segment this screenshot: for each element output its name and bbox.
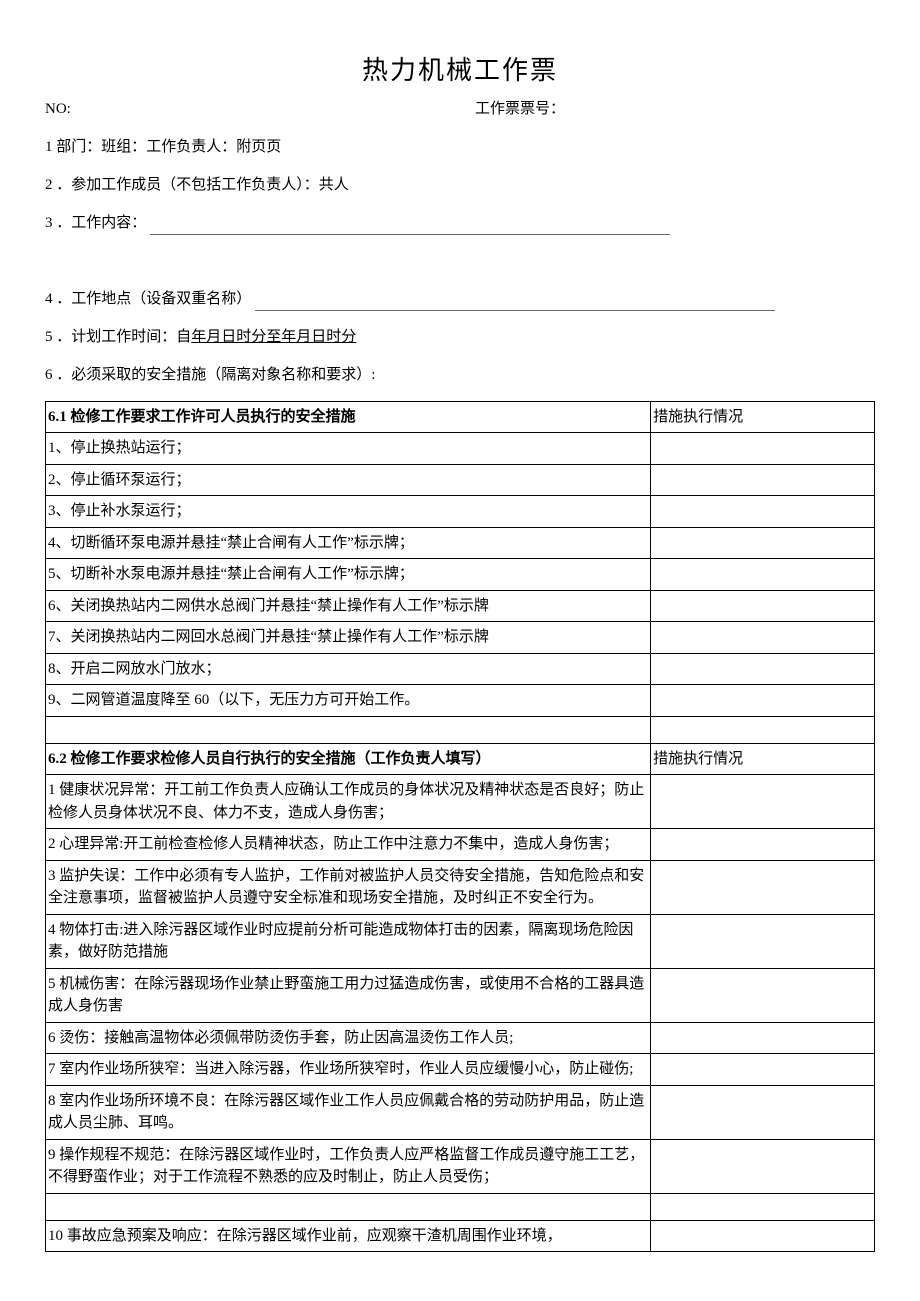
measure-cell: 4 物体打击:进入除污器区域作业时应提前分析可能造成物体打击的因素，隔离现场危险…: [46, 914, 651, 968]
measure-cell: 2 心理异常:开工前检查检修人员精神状态，防止工作中注意力不集中，造成人身伤害；: [46, 829, 651, 861]
measure-cell: 4、切断循环泵电源并悬挂“禁止合闸有人工作”标示牌；: [46, 527, 651, 559]
table-row: 6、关闭换热站内二网供水总阀门并悬挂“禁止操作有人工作”标示牌: [46, 590, 875, 622]
measure-cell: 9 操作规程不规范：在除污器区域作业时，工作负责人应严格监督工作成员遵守施工工艺…: [46, 1139, 651, 1193]
status-cell[interactable]: [651, 685, 875, 717]
status-cell[interactable]: [651, 968, 875, 1022]
table-row: 7、关闭换热站内二网回水总阀门并悬挂“禁止操作有人工作”标示牌: [46, 622, 875, 654]
status-cell[interactable]: [651, 433, 875, 465]
field-work-content-label: 3 ．工作内容：: [45, 215, 146, 231]
measure-cell: 8、开启二网放水门放水；: [46, 653, 651, 685]
status-cell[interactable]: [651, 590, 875, 622]
field-work-location: 4 ．工作地点（设备双重名称）: [45, 287, 875, 311]
status-cell[interactable]: [651, 527, 875, 559]
table-row: 3、停止补水泵运行；: [46, 496, 875, 528]
table-row: 9、二网管道温度降至 60（以下，无压力方可开始工作。: [46, 685, 875, 717]
field-work-location-label: 4 ．工作地点（设备双重名称）: [45, 291, 251, 307]
spacer-row: [46, 1193, 875, 1220]
plan-time-value: 年月日时分至年月日时分: [191, 329, 356, 345]
table-row: 7 室内作业场所狭窄：当进入除污器，作业场所狭窄时，作业人员应缓慢小心，防止碰伤…: [46, 1054, 875, 1086]
status-header-1: 措施执行情况: [651, 401, 875, 433]
status-cell[interactable]: [651, 653, 875, 685]
status-cell[interactable]: [651, 1139, 875, 1193]
table-row: 8 室内作业场所环境不良：在除污器区域作业工作人员应佩戴合格的劳动防护用品，防止…: [46, 1085, 875, 1139]
status-cell[interactable]: [651, 496, 875, 528]
measure-cell: 1 健康状况异常：开工前工作负责人应确认工作成员的身体状况及精神状态是否良好；防…: [46, 775, 651, 829]
page-title: 热力机械工作票: [45, 50, 875, 92]
table-row: 2 心理异常:开工前检查检修人员精神状态，防止工作中注意力不集中，造成人身伤害；: [46, 829, 875, 861]
table-row: 10 事故应急预案及响应：在除污器区域作业前，应观察干渣机周围作业环境，: [46, 1220, 875, 1252]
measure-cell: 7、关闭换热站内二网回水总阀门并悬挂“禁止操作有人工作”标示牌: [46, 622, 651, 654]
status-cell[interactable]: [651, 1220, 875, 1252]
header-row: NO: 工作票票号：: [45, 97, 875, 121]
measure-cell: 2、停止循环泵运行；: [46, 464, 651, 496]
status-cell[interactable]: [651, 1022, 875, 1054]
table-row: 9 操作规程不规范：在除污器区域作业时，工作负责人应严格监督工作成员遵守施工工艺…: [46, 1139, 875, 1193]
measure-cell: 5、切断补水泵电源并悬挂“禁止合闸有人工作”标示牌；: [46, 559, 651, 591]
table-row: 5 机械伤害：在除污器现场作业禁止野蛮施工用力过猛造成伤害，或使用不合格的工器具…: [46, 968, 875, 1022]
status-cell[interactable]: [651, 860, 875, 914]
status-cell[interactable]: [651, 775, 875, 829]
table-row: 8、开启二网放水门放水；: [46, 653, 875, 685]
table-row: 6 烫伤：接触高温物体必须佩带防烫伤手套，防止因高温烫伤工作人员;: [46, 1022, 875, 1054]
table-row: 2、停止循环泵运行；: [46, 464, 875, 496]
status-cell[interactable]: [651, 1085, 875, 1139]
status-cell[interactable]: [651, 622, 875, 654]
measure-cell: 6、关闭换热站内二网供水总阀门并悬挂“禁止操作有人工作”标示牌: [46, 590, 651, 622]
table-row: 3 监护失误：工作中必须有专人监护，工作前对被监护人员交待安全措施，告知危险点和…: [46, 860, 875, 914]
status-cell[interactable]: [651, 914, 875, 968]
table-row: 4、切断循环泵电源并悬挂“禁止合闸有人工作”标示牌；: [46, 527, 875, 559]
measure-cell: 9、二网管道温度降至 60（以下，无压力方可开始工作。: [46, 685, 651, 717]
section-62-header-row: 6.2 检修工作要求检修人员自行执行的安全措施（工作负责人填写） 措施执行情况: [46, 743, 875, 775]
status-cell[interactable]: [651, 1054, 875, 1086]
measure-cell: 8 室内作业场所环境不良：在除污器区域作业工作人员应佩戴合格的劳动防护用品，防止…: [46, 1085, 651, 1139]
field-work-content: 3 ．工作内容：: [45, 211, 875, 235]
measure-cell: 5 机械伤害：在除污器现场作业禁止野蛮施工用力过猛造成伤害，或使用不合格的工器具…: [46, 968, 651, 1022]
status-cell[interactable]: [651, 464, 875, 496]
ticket-no-label: 工作票票号：: [445, 97, 875, 121]
field-department: 1 部门：班组：工作负责人：附页页: [45, 135, 875, 159]
section-62-header: 6.2 检修工作要求检修人员自行执行的安全措施（工作负责人填写）: [46, 743, 651, 775]
measure-cell: 7 室内作业场所狭窄：当进入除污器，作业场所狭窄时，作业人员应缓慢小心，防止碰伤…: [46, 1054, 651, 1086]
measure-cell: 3、停止补水泵运行；: [46, 496, 651, 528]
field-safety-measures: 6 ．必须采取的安全措施（隔离对象名称和要求）:: [45, 363, 875, 387]
section-61-header-row: 6.1 检修工作要求工作许可人员执行的安全措施 措施执行情况: [46, 401, 875, 433]
measure-cell: 1、停止换热站运行；: [46, 433, 651, 465]
table-row: 5、切断补水泵电源并悬挂“禁止合闸有人工作”标示牌；: [46, 559, 875, 591]
measure-cell: 10 事故应急预案及响应：在除污器区域作业前，应观察干渣机周围作业环境，: [46, 1220, 651, 1252]
work-content-input[interactable]: [150, 234, 670, 235]
work-location-input[interactable]: [255, 310, 775, 311]
status-header-2: 措施执行情况: [651, 743, 875, 775]
field-plan-time-label: 5 ．计划工作时间：自: [45, 329, 191, 345]
safety-table: 6.1 检修工作要求工作许可人员执行的安全措施 措施执行情况 1、停止换热站运行…: [45, 401, 875, 1253]
field-members: 2 ．参加工作成员（不包括工作负责人）：共人: [45, 173, 875, 197]
field-plan-time: 5 ．计划工作时间：自年月日时分至年月日时分: [45, 325, 875, 349]
section-61-header: 6.1 检修工作要求工作许可人员执行的安全措施: [46, 401, 651, 433]
no-label: NO:: [45, 97, 445, 121]
status-cell[interactable]: [651, 559, 875, 591]
table-row: 4 物体打击:进入除污器区域作业时应提前分析可能造成物体打击的因素，隔离现场危险…: [46, 914, 875, 968]
status-cell[interactable]: [651, 829, 875, 861]
table-row: 1 健康状况异常：开工前工作负责人应确认工作成员的身体状况及精神状态是否良好；防…: [46, 775, 875, 829]
spacer-row: [46, 716, 875, 743]
table-row: 1、停止换热站运行；: [46, 433, 875, 465]
measure-cell: 3 监护失误：工作中必须有专人监护，工作前对被监护人员交待安全措施，告知危险点和…: [46, 860, 651, 914]
measure-cell: 6 烫伤：接触高温物体必须佩带防烫伤手套，防止因高温烫伤工作人员;: [46, 1022, 651, 1054]
